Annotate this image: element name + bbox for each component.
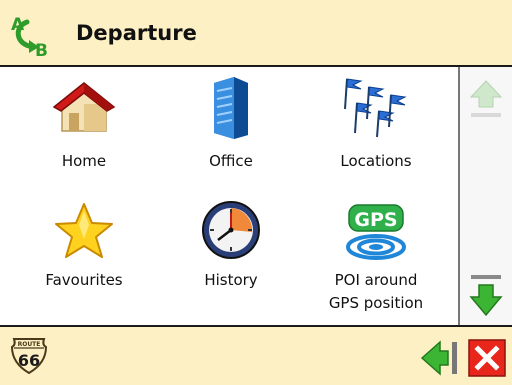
poi-gps-tile[interactable]: GPS POI around GPS position (306, 199, 446, 324)
svg-text:B: B (35, 41, 48, 58)
gps-icon: GPS (346, 204, 406, 260)
favourites-tile[interactable]: Favourites (14, 199, 154, 324)
favourites-label: Favourites (45, 271, 123, 289)
svg-text:GPS: GPS (354, 209, 397, 231)
history-tile[interactable]: History (161, 199, 301, 324)
locations-tile[interactable]: Locations (306, 73, 446, 198)
svg-text:ROUTE: ROUTE (18, 341, 41, 348)
page-title: Departure (76, 21, 197, 45)
scroll-down-button[interactable] (469, 273, 503, 319)
route66-icon[interactable]: ROUTE 66 (8, 335, 50, 377)
footer-bar: ROUTE 66 (0, 325, 512, 385)
route-a-to-b-icon: A B (11, 15, 48, 58)
office-tile[interactable]: Office (161, 73, 301, 198)
flags-icon (344, 78, 407, 138)
poi-gps-label-line2: GPS position (328, 294, 424, 312)
close-button[interactable] (468, 339, 506, 377)
office-label: Office (209, 152, 253, 170)
history-label: History (204, 271, 258, 289)
office-building-icon (214, 77, 248, 139)
scroll-panel (458, 67, 512, 325)
svg-text:66: 66 (18, 351, 40, 370)
destination-grid: Home Office Locations Favourites History… (0, 67, 458, 325)
home-icon (52, 82, 116, 132)
home-tile[interactable]: Home (14, 73, 154, 198)
scroll-up-button[interactable] (469, 79, 503, 121)
header-bar: A B Departure (0, 0, 512, 67)
back-button[interactable] (420, 338, 460, 378)
poi-gps-label-line1: POI around (334, 271, 418, 289)
clock-icon (202, 201, 260, 259)
departure-screen: A B Departure Home Office Locations Favo… (0, 0, 512, 385)
poi-gps-label: POI around GPS position (306, 269, 446, 315)
svg-text:A: A (11, 15, 25, 35)
star-icon (55, 203, 113, 258)
home-label: Home (61, 152, 107, 170)
locations-label: Locations (340, 152, 412, 170)
